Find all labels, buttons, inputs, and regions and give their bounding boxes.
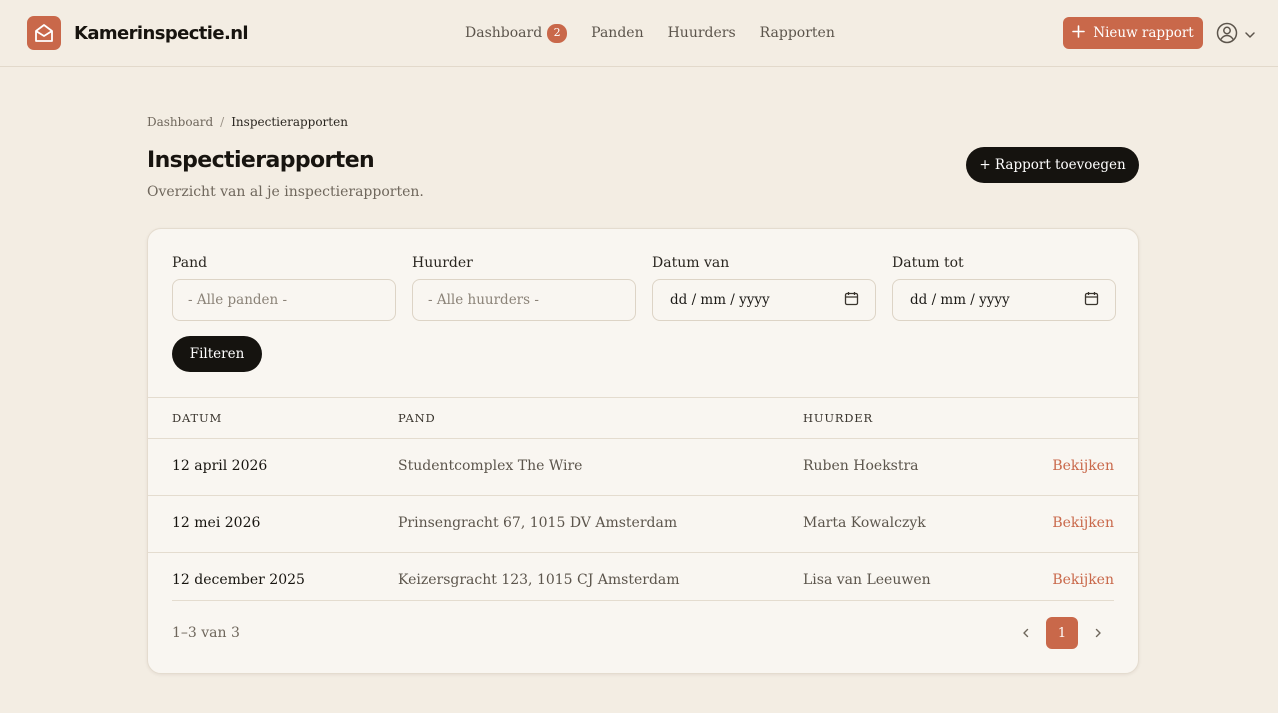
pand-select[interactable]: - Alle panden - [172,279,396,321]
breadcrumb-current: Inspectierapporten [231,115,348,129]
cell-pand: Keizersgracht 123, 1015 CJ Amsterdam [398,572,680,588]
filter-pand: Pand - Alle panden - [172,254,396,321]
main-nav: Dashboard 2 Panden Huurders Rapporten [465,22,859,44]
table-row: 12 mei 2026 Prinsengracht 67, 1015 DV Am… [148,496,1138,553]
user-circle-icon [1216,22,1238,48]
cell-huurder: Ruben Hoekstra [803,458,919,474]
page-button-current[interactable]: 1 [1046,617,1078,649]
filter-datum-van: Datum van dd / mm / yyyy [652,254,876,321]
breadcrumb: Dashboard / Inspectierapporten [147,115,348,129]
cell-huurder: Marta Kowalczyk [803,515,926,531]
pagination: 1 [1010,617,1114,649]
nav-item-dashboard[interactable]: Dashboard 2 [465,22,568,44]
table-row: 12 april 2026 Studentcomplex The Wire Ru… [148,439,1138,496]
table-header: Datum Pand Huurder [148,397,1138,439]
select-value: - Alle huurders - [428,292,539,308]
datum-tot-input[interactable]: dd / mm / yyyy [892,279,1116,321]
brand-name: Kamerinspectie.nl [74,22,249,44]
filter-label: Datum tot [892,255,964,271]
filter-label: Huurder [412,255,473,271]
column-header-datum: Datum [172,411,223,425]
nav-item-label: Dashboard [465,25,543,41]
cell-pand: Prinsengracht 67, 1015 DV Amsterdam [398,515,678,531]
add-report-button[interactable]: + Rapport toevoegen [966,147,1139,183]
new-report-label: Nieuw rapport [1093,25,1194,41]
nav-item-panden[interactable]: Panden [591,22,643,44]
table-row: 12 december 2025 Keizersgracht 123, 1015… [148,553,1138,610]
column-header-huurder: Huurder [803,411,873,425]
calendar-icon[interactable] [1084,291,1099,310]
user-menu[interactable] [1216,22,1256,48]
top-navigation-bar: Kamerinspectie.nl Dashboard 2 Panden Huu… [0,0,1278,67]
reports-card: Pand - Alle panden - Huurder - Alle huur… [147,228,1139,674]
filter-bar: Pand - Alle panden - Huurder - Alle huur… [172,254,1116,321]
chevron-right-icon[interactable] [1082,617,1114,649]
plus-icon [1072,24,1086,42]
cell-datum: 12 december 2025 [172,572,305,588]
select-value: - Alle panden - [188,292,288,308]
brand[interactable]: Kamerinspectie.nl [27,16,249,50]
divider [172,600,1114,601]
nav-item-label: Rapporten [759,25,835,41]
column-header-pand: Pand [398,411,436,425]
date-placeholder: dd / mm / yyyy [910,292,1010,308]
view-report-link[interactable]: Bekijken [1052,515,1114,531]
filter-huurder: Huurder - Alle huurders - [412,254,636,321]
nav-item-label: Huurders [667,25,736,41]
cell-datum: 12 mei 2026 [172,515,261,531]
page-title: Inspectierapporten [147,148,375,173]
date-placeholder: dd / mm / yyyy [670,292,770,308]
filter-datum-tot: Datum tot dd / mm / yyyy [892,254,1116,321]
chevron-left-icon[interactable] [1010,617,1042,649]
cell-pand: Studentcomplex The Wire [398,458,583,474]
cell-huurder: Lisa van Leeuwen [803,572,931,588]
breadcrumb-link-dashboard[interactable]: Dashboard [147,115,213,129]
filter-label: Datum van [652,255,730,271]
chevron-down-icon [1244,26,1256,45]
filter-button[interactable]: Filteren [172,336,262,372]
notification-badge: 2 [547,23,568,43]
view-report-link[interactable]: Bekijken [1052,458,1114,474]
huurder-select[interactable]: - Alle huurders - [412,279,636,321]
view-report-link[interactable]: Bekijken [1052,572,1114,588]
page-subtitle: Overzicht van al je inspectierapporten. [147,184,424,200]
calendar-icon[interactable] [844,291,859,310]
envelope-house-icon [27,16,61,50]
nav-item-label: Panden [591,25,644,41]
new-report-button[interactable]: Nieuw rapport [1063,17,1203,49]
breadcrumb-separator: / [220,115,225,129]
nav-item-huurders[interactable]: Huurders [668,22,736,44]
datum-van-input[interactable]: dd / mm / yyyy [652,279,876,321]
results-count: 1–3 van 3 [172,625,240,641]
cell-datum: 12 april 2026 [172,458,268,474]
filter-label: Pand [172,255,208,271]
nav-item-rapporten[interactable]: Rapporten [760,22,835,44]
